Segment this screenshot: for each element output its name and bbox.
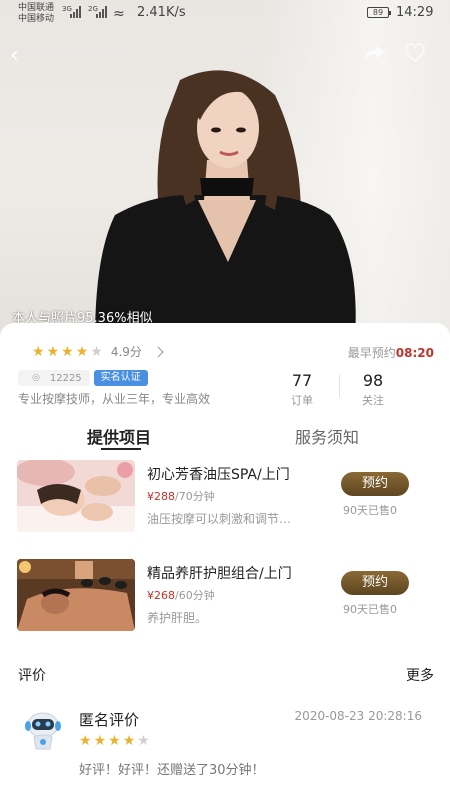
stat-followers[interactable]: 98 关注 xyxy=(353,371,393,408)
service-item[interactable]: 初心芳香油压SPA/上门 ¥288/70分钟 油压按摩可以刺激和调节… 预约 9… xyxy=(0,460,450,538)
carrier-2: 中国移动 xyxy=(18,14,55,24)
star-empty-icon: ★ xyxy=(90,343,103,360)
technician-info-card: ★ ★ ★ ★ ★ 4.9分 最早预约08:20 ◎ 12225 实名认证 专业按摩技师… xyxy=(0,323,450,800)
star-filled-icon: ★ xyxy=(75,343,89,360)
star-empty-icon: ★ xyxy=(137,733,150,749)
technician-photo: 中国联通 中国移动 3G 2G ≈ 2.41K/s 89 14:29 ‹ 本人与… xyxy=(0,0,450,340)
tag-row: ◎ 12225 实名认证 xyxy=(18,370,148,386)
earliest-booking-label: 最早预约 xyxy=(347,346,396,360)
verified-badge: 实名认证 xyxy=(93,370,148,386)
stat-orders-label: 订单 xyxy=(291,394,313,407)
star-filled-icon: ★ xyxy=(79,733,92,749)
earliest-booking: 最早预约08:20 xyxy=(348,344,434,361)
share-icon[interactable] xyxy=(363,44,385,62)
star-filled-icon: ★ xyxy=(122,733,136,749)
location-id: 12225 xyxy=(49,372,82,384)
favorite-icon[interactable] xyxy=(404,42,426,64)
review-text: 好评！好评！还赠送了30分钟！ xyxy=(79,763,265,778)
location-pin-icon: ◎ xyxy=(32,373,40,383)
service-title: 初心芳香油压SPA/上门 xyxy=(147,467,290,483)
star-filled-icon: ★ xyxy=(93,733,107,749)
reviews-more-link[interactable]: 更多 xyxy=(406,665,434,685)
sold-count: 90天已售0 xyxy=(343,603,397,616)
reviews-title: 评价 xyxy=(18,668,46,684)
review-time: 2020-08-23 20:28:16 xyxy=(294,709,422,723)
status-bar: 中国联通 中国移动 3G 2G ≈ 2.41K/s 89 14:29 xyxy=(0,0,450,28)
star-filled-icon: ★ xyxy=(32,343,45,360)
battery-icon: 89 xyxy=(367,7,391,18)
stat-orders-value: 77 xyxy=(291,371,313,390)
sold-count: 90天已售0 xyxy=(343,504,397,517)
service-image xyxy=(17,559,135,631)
reviewer-avatar xyxy=(25,712,61,750)
status-time: 14:29 xyxy=(396,5,434,20)
stat-orders[interactable]: 77 订单 xyxy=(282,371,322,408)
review-rating-stars: ★ ★ ★ ★ ★ xyxy=(79,734,152,748)
earliest-booking-time: 08:20 xyxy=(395,346,434,360)
reviewer-name: 匿名评价 xyxy=(79,711,140,729)
service-price: ¥268/60分钟 xyxy=(147,587,215,603)
tab-service-notice[interactable]: 服务须知 xyxy=(295,424,359,448)
wifi-icon: ≈ xyxy=(113,6,125,22)
signal-icon-2 xyxy=(96,6,107,18)
service-duration: /70分钟 xyxy=(175,490,215,503)
service-price: ¥288/70分钟 xyxy=(147,488,215,504)
star-filled-icon: ★ xyxy=(61,343,74,360)
carrier-labels: 中国联通 中国移动 xyxy=(18,3,54,25)
chevron-right-icon xyxy=(152,345,164,358)
service-price-value: ¥288 xyxy=(147,490,175,503)
rating-score: 4.9分 xyxy=(110,345,142,359)
stat-followers-value: 98 xyxy=(362,371,384,390)
star-filled-icon: ★ xyxy=(108,733,121,749)
star-filled-icon: ★ xyxy=(46,343,60,360)
tab-bar: 提供项目 服务须知 xyxy=(0,418,450,454)
service-price-value: ¥268 xyxy=(147,589,175,602)
carrier-1: 中国联通 xyxy=(18,3,55,13)
service-item[interactable]: 精品养肝护胆组合/上门 ¥268/60分钟 养护肝胆。 预约 90天已售0 xyxy=(0,559,450,637)
tab-indicator xyxy=(101,448,141,450)
network-speed: 2.41K/s xyxy=(137,5,186,20)
service-description: 养护肝胆。 xyxy=(147,611,208,625)
service-image xyxy=(17,460,135,532)
location-tag: ◎ 12225 xyxy=(18,370,90,386)
service-duration: /60分钟 xyxy=(175,589,215,602)
rating-stars: ★ ★ ★ ★ ★ xyxy=(32,345,105,359)
service-title: 精品养肝护胆组合/上门 xyxy=(147,566,292,582)
book-button[interactable]: 预约 xyxy=(341,472,409,496)
signal-icon xyxy=(70,6,81,18)
stat-followers-label: 关注 xyxy=(362,394,384,407)
service-description: 油压按摩可以刺激和调节… xyxy=(147,512,292,526)
technician-bio: 专业按摩技师，从业三年，专业高效 xyxy=(18,392,211,406)
rating-row[interactable]: ★ ★ ★ ★ ★ 4.9分 xyxy=(32,343,164,360)
stat-divider xyxy=(339,375,340,397)
tab-services[interactable]: 提供项目 xyxy=(87,424,151,448)
back-icon[interactable]: ‹ xyxy=(10,44,30,68)
book-button[interactable]: 预约 xyxy=(341,571,409,595)
